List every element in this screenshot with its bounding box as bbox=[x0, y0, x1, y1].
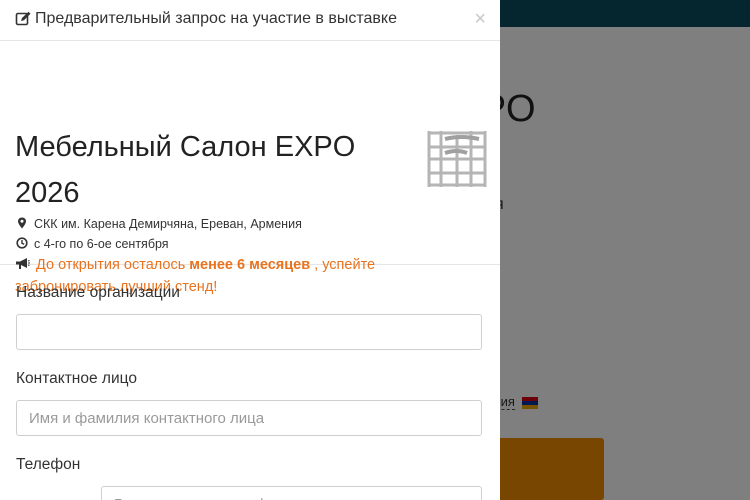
organization-input[interactable] bbox=[16, 314, 482, 350]
event-dates: с 4-го по 6-ое сентября bbox=[16, 237, 169, 251]
megaphone-icon bbox=[16, 258, 30, 269]
event-venue-text: СКК им. Карена Демирчяна, Ереван, Армени… bbox=[34, 217, 302, 231]
event-name: Мебельный Салон EXPO 2026 bbox=[15, 131, 356, 209]
phone-label: Телефон bbox=[16, 456, 81, 473]
modal-header: Предварительный запрос на участие в выст… bbox=[0, 0, 500, 41]
event-info: Мебельный Салон EXPO 2026 СКК им. Карена… bbox=[0, 41, 500, 295]
close-button[interactable]: × bbox=[474, 9, 486, 29]
edit-icon bbox=[15, 11, 31, 26]
modal-title: Предварительный запрос на участие в выст… bbox=[35, 10, 397, 27]
contact-person-input[interactable] bbox=[16, 400, 482, 436]
event-dates-text: с 4-го по 6-ое сентября bbox=[34, 237, 169, 251]
organization-label: Название организации bbox=[16, 284, 180, 301]
event-logo-icon bbox=[427, 131, 487, 187]
map-marker-icon bbox=[18, 217, 26, 229]
phone-input[interactable] bbox=[101, 486, 482, 500]
event-venue: СКК им. Карена Демирчяна, Ереван, Армени… bbox=[16, 217, 302, 231]
promo-highlight: менее 6 месяцев bbox=[189, 257, 311, 273]
contact-person-label: Контактное лицо bbox=[16, 370, 137, 387]
promo-prefix: До открытия осталось bbox=[36, 257, 186, 273]
participation-request-modal: Предварительный запрос на участие в выст… bbox=[0, 0, 500, 500]
clock-icon bbox=[16, 237, 28, 249]
